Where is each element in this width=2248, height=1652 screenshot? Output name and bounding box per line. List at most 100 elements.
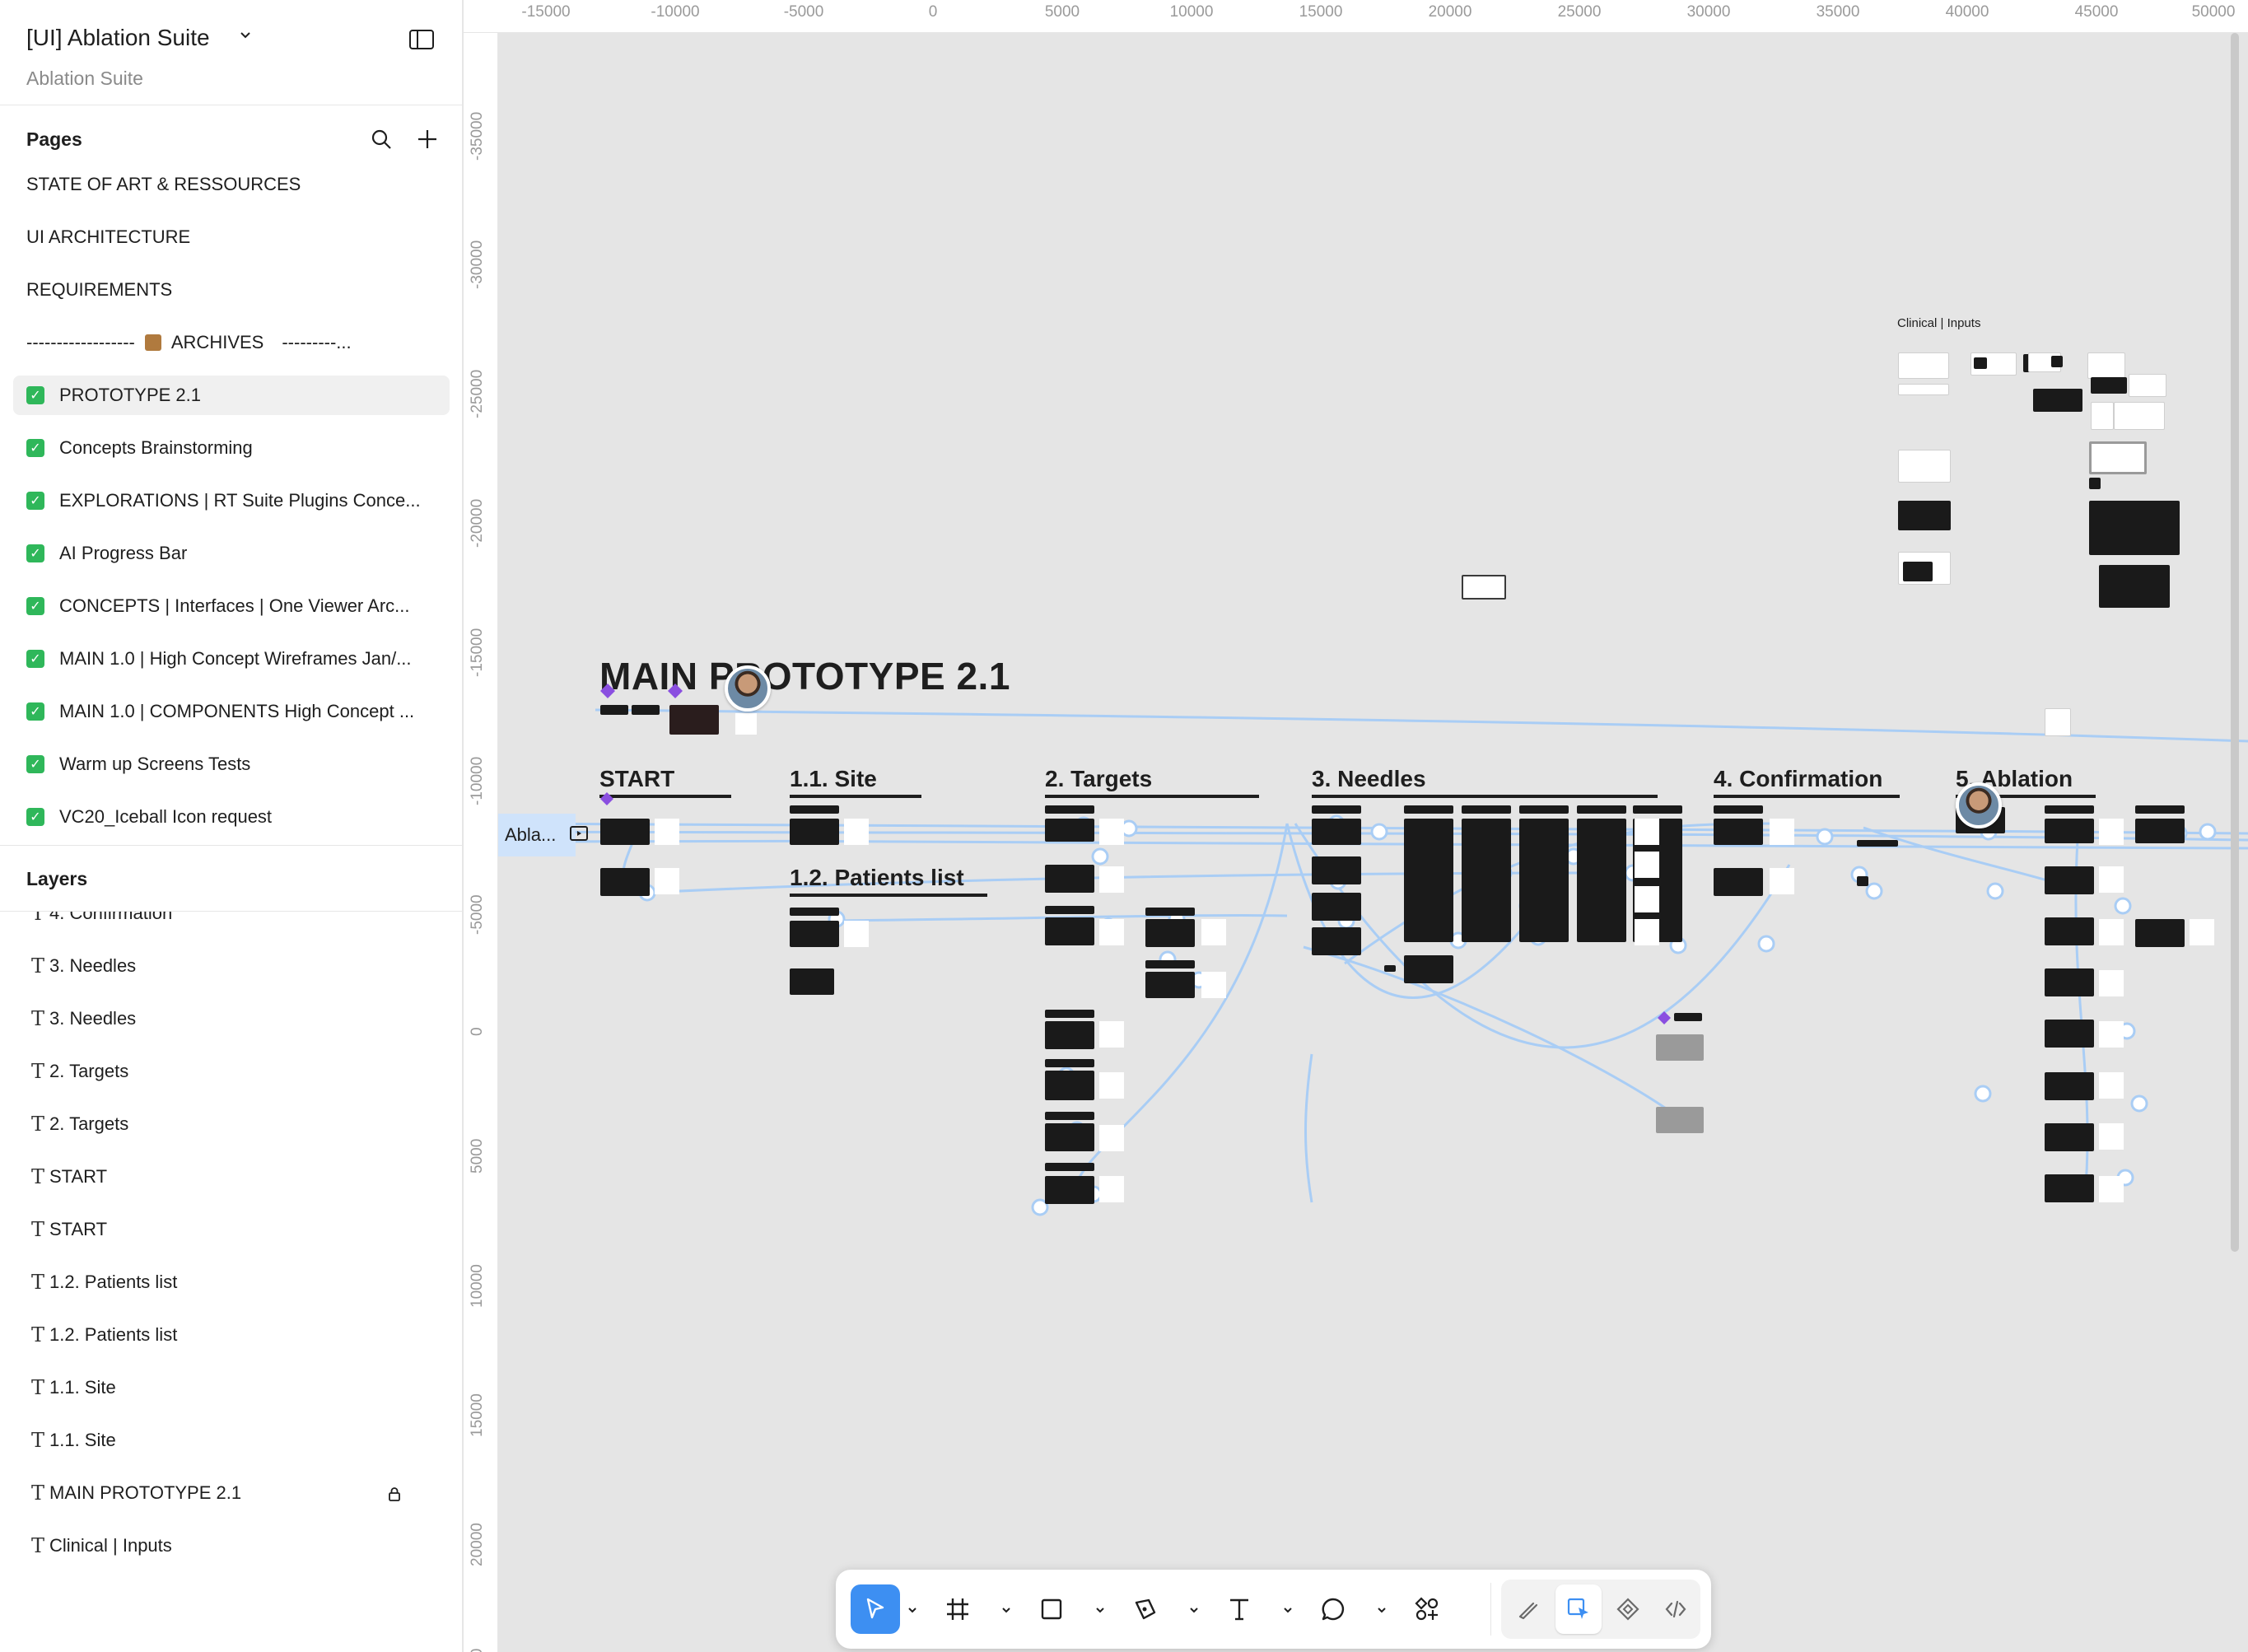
frame-thumbnail[interactable] xyxy=(1099,1176,1124,1202)
chevron-down-icon[interactable] xyxy=(1000,1604,1012,1616)
collaborator-avatar[interactable] xyxy=(725,665,771,712)
frame-thumbnail[interactable] xyxy=(2099,1176,2124,1202)
frame-thumbnail[interactable] xyxy=(2099,819,2124,845)
layer-item[interactable]: T START xyxy=(0,1157,463,1197)
frame-thumbnail[interactable] xyxy=(1045,906,1094,914)
frame-thumbnail[interactable] xyxy=(1099,1125,1124,1151)
frame-thumbnail[interactable] xyxy=(2045,805,2094,814)
add-page-icon[interactable] xyxy=(415,127,440,152)
main-prototype-title[interactable]: MAIN PROTOTYPE 2.1 xyxy=(599,654,1010,698)
frame-thumbnail[interactable] xyxy=(2099,1072,2124,1099)
frame-thumbnail[interactable] xyxy=(1099,866,1124,893)
frame-thumbnail[interactable] xyxy=(1462,575,1506,600)
frame-thumbnail[interactable] xyxy=(2045,1072,2094,1100)
chevron-down-icon[interactable] xyxy=(1188,1604,1200,1616)
frame-thumbnail[interactable] xyxy=(1462,819,1511,942)
frame-thumbnail[interactable] xyxy=(1045,1010,1094,1018)
frame-thumbnail[interactable] xyxy=(1404,805,1453,814)
shape-tool-button[interactable] xyxy=(1027,1584,1076,1634)
layer-item[interactable]: T 3. Needles xyxy=(0,999,463,1038)
page-item[interactable]: ✓ MAIN 1.0 | High Concept Wireframes Jan/… xyxy=(13,639,450,679)
draw-mode-button[interactable] xyxy=(1506,1584,1552,1634)
frame-thumbnail[interactable] xyxy=(1898,352,1949,379)
actions-tool-button[interactable] xyxy=(1402,1584,1452,1634)
frame-thumbnail[interactable] xyxy=(1045,1112,1094,1120)
frame-thumbnail[interactable] xyxy=(2099,866,2124,893)
layer-item-locked[interactable]: T MAIN PROTOTYPE 2.1 xyxy=(0,1473,463,1513)
frame-thumbnail[interactable] xyxy=(1045,917,1094,945)
frame-thumbnail[interactable] xyxy=(1312,893,1361,921)
frame-thumbnail[interactable] xyxy=(1201,972,1226,998)
frame-thumbnail[interactable] xyxy=(1145,908,1195,916)
frame-thumbnail[interactable] xyxy=(1384,965,1396,972)
frame-thumbnail[interactable] xyxy=(2135,819,2185,843)
frame-thumbnail[interactable] xyxy=(2045,1020,2094,1048)
frame-thumbnail[interactable] xyxy=(790,805,839,814)
frame-thumbnail[interactable] xyxy=(790,921,839,947)
frame-thumbnail[interactable] xyxy=(1898,450,1951,483)
flow-starting-point-icon[interactable] xyxy=(569,824,589,843)
frame-thumbnail[interactable] xyxy=(1045,805,1094,814)
frame-thumbnail[interactable] xyxy=(1714,819,1763,845)
clinical-inputs-label[interactable]: Clinical | Inputs xyxy=(1897,316,1980,330)
sidebar-toggle-icon[interactable] xyxy=(408,28,435,51)
frame-thumbnail[interactable] xyxy=(600,868,650,896)
frame-thumbnail[interactable] xyxy=(655,868,679,894)
frame-thumbnail[interactable] xyxy=(655,819,679,845)
frame-thumbnail[interactable] xyxy=(1099,819,1124,845)
frame-thumbnail[interactable] xyxy=(1635,886,1659,912)
page-item[interactable]: ✓ Concepts Brainstorming xyxy=(13,428,450,468)
frame-thumbnail[interactable] xyxy=(1898,501,1951,530)
frame-thumbnail[interactable] xyxy=(600,705,628,715)
frame-thumbnail[interactable] xyxy=(1312,927,1361,955)
frame-thumbnail[interactable] xyxy=(844,921,869,947)
page-item-prototype-active[interactable]: ✓ PROTOTYPE 2.1 xyxy=(13,376,450,415)
frame-thumbnail[interactable] xyxy=(1577,819,1626,942)
frame-thumbnail[interactable] xyxy=(2190,919,2214,945)
frame-thumbnail[interactable] xyxy=(1045,865,1094,893)
frame-thumbnail[interactable] xyxy=(1201,919,1226,945)
layer-item[interactable]: T 1.1. Site xyxy=(0,1421,463,1460)
frame-thumbnail[interactable] xyxy=(1974,357,1987,369)
frame-thumbnail[interactable] xyxy=(1898,384,1949,395)
frame-thumbnail[interactable] xyxy=(2091,402,2114,430)
frame-thumbnail[interactable] xyxy=(1045,1071,1094,1100)
frame-thumbnail[interactable] xyxy=(1770,868,1794,894)
page-item[interactable]: REQUIREMENTS xyxy=(13,270,450,310)
frame-thumbnail[interactable] xyxy=(1099,919,1124,945)
frame-thumbnail[interactable] xyxy=(1145,960,1195,968)
page-item-archives-divider[interactable]: ------------------ ARCHIVES ---------... xyxy=(13,323,450,362)
frame-thumbnail[interactable] xyxy=(2114,402,2165,430)
frame-thumbnail[interactable] xyxy=(735,713,757,735)
frame-thumbnail[interactable] xyxy=(1045,1176,1094,1204)
page-item[interactable]: STATE OF ART & RESSOURCES xyxy=(13,165,450,204)
frame-thumbnail[interactable] xyxy=(2135,805,2185,814)
frame-thumbnail[interactable] xyxy=(2129,374,2166,397)
layer-item[interactable]: T 3. Needles xyxy=(0,946,463,986)
prototype-mode-button[interactable] xyxy=(1605,1584,1651,1634)
section-title-confirmation[interactable]: 4. Confirmation xyxy=(1714,766,1882,792)
layer-item[interactable]: T 1.1. Site xyxy=(0,1368,463,1407)
frame-thumbnail[interactable] xyxy=(669,705,719,735)
section-title-targets[interactable]: 2. Targets xyxy=(1045,766,1152,792)
frame-thumbnail[interactable] xyxy=(1145,972,1195,998)
frame-thumbnail[interactable] xyxy=(1145,919,1195,947)
frame-thumbnail[interactable] xyxy=(2045,1174,2094,1202)
frame-thumbnail[interactable] xyxy=(1045,1163,1094,1171)
file-title[interactable]: [UI] Ablation Suite xyxy=(26,25,210,51)
page-item[interactable]: ✓ VC20_Iceball Icon request xyxy=(13,797,450,837)
frame-thumbnail[interactable] xyxy=(2135,919,2185,947)
frame-thumbnail[interactable] xyxy=(1857,840,1898,847)
frame-thumbnail[interactable] xyxy=(2099,970,2124,996)
layer-item[interactable]: T 1.2. Patients list xyxy=(0,1262,463,1302)
section-title-site[interactable]: 1.1. Site xyxy=(790,766,877,792)
pen-tool-button[interactable] xyxy=(1121,1584,1170,1634)
frame-tool-button[interactable] xyxy=(933,1584,982,1634)
frame-thumbnail[interactable] xyxy=(1656,1107,1704,1133)
frame-thumbnail[interactable] xyxy=(2099,919,2124,945)
frame-thumbnail[interactable] xyxy=(790,968,834,995)
page-item[interactable]: ✓ CONCEPTS | Interfaces | One Viewer Arc.… xyxy=(13,586,450,626)
frame-thumbnail[interactable] xyxy=(1635,852,1659,878)
frame-thumbnail[interactable] xyxy=(2045,1123,2094,1151)
frame-thumbnail[interactable] xyxy=(2099,565,2170,608)
